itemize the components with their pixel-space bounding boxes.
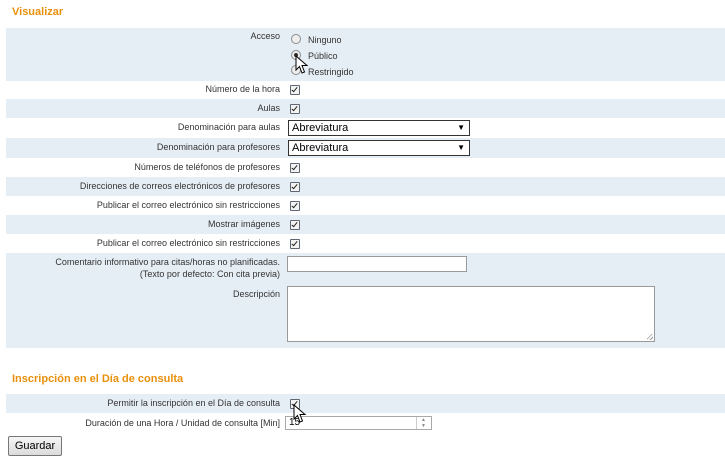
correos-label: Direcciones de correos electrónicos de p…	[79, 181, 280, 191]
denominacion-profesores-label: Denominación para profesores	[156, 142, 280, 152]
denominacion-profesores-row: Denominación para profesores Abreviatura…	[6, 138, 725, 158]
publicar-correo-label-1: Publicar el correo electrónico sin restr…	[96, 200, 280, 210]
denominacion-profesores-value: Abreviatura	[292, 142, 349, 154]
dropdown-arrow-icon: ▼	[457, 143, 465, 152]
save-button[interactable]: Guardar	[8, 436, 62, 456]
radio-label-publico: Público	[308, 51, 338, 61]
mostrar-imagenes-checkbox[interactable]	[290, 220, 300, 230]
telefonos-label: Números de teléfonos de profesores	[134, 162, 280, 172]
mostrar-imagenes-label: Mostrar imágenes	[207, 219, 280, 229]
denominacion-profesores-select[interactable]: Abreviatura ▼	[288, 140, 470, 156]
comentario-input[interactable]	[287, 256, 467, 272]
acceso-row: Acceso Ninguno Público Restringido	[6, 28, 725, 81]
radio-ninguno[interactable]	[291, 34, 301, 44]
aulas-row: Aulas	[6, 99, 725, 118]
publicar-correo-checkbox-2[interactable]	[290, 239, 300, 249]
comentario-label-line2: (Texto por defecto: Con cita previa)	[139, 269, 280, 279]
duracion-label: Duración de una Hora / Unidad de consult…	[85, 418, 280, 428]
publicar-correo-label-2: Publicar el correo electrónico sin restr…	[96, 238, 280, 248]
dropdown-arrow-icon: ▼	[457, 123, 465, 132]
denominacion-aulas-label: Denominación para aulas	[177, 122, 280, 132]
numero-hora-row: Número de la hora	[6, 81, 725, 99]
acceso-label: Acceso	[250, 31, 280, 41]
publicar-correo-row-2: Publicar el correo electrónico sin restr…	[6, 234, 725, 253]
section-title-inscripcion: Inscripción en el Día de consulta	[12, 373, 184, 385]
numero-hora-checkbox[interactable]	[290, 85, 300, 95]
mouse-pointer-icon	[293, 404, 307, 423]
denominacion-aulas-value: Abreviatura	[292, 122, 349, 134]
denominacion-aulas-row: Denominación para aulas Abreviatura ▼	[6, 118, 725, 138]
permitir-label: Permitir la inscripción en el Día de con…	[107, 398, 280, 408]
aulas-checkbox[interactable]	[290, 104, 300, 114]
stepper-buttons[interactable]: ▲ ▼	[416, 417, 431, 429]
descripcion-label: Descripción	[232, 289, 280, 299]
descripcion-row: Descripción	[6, 284, 725, 348]
permitir-row: Permitir la inscripción en el Día de con…	[6, 394, 725, 413]
telefonos-checkbox[interactable]	[290, 163, 300, 173]
aulas-label: Aulas	[257, 103, 280, 113]
denominacion-aulas-select[interactable]: Abreviatura ▼	[288, 120, 470, 136]
radio-label-ninguno: Ninguno	[308, 35, 342, 45]
section-title-visualizar: Visualizar	[12, 6, 64, 18]
stepper-down-icon[interactable]: ▼	[421, 423, 426, 429]
publicar-correo-checkbox-1[interactable]	[290, 201, 300, 211]
correos-checkbox[interactable]	[290, 182, 300, 192]
resize-grip-icon[interactable]	[647, 334, 653, 340]
radio-label-restringido: Restringido	[308, 67, 354, 77]
comentario-label-line1: Comentario informativo para citas/horas …	[55, 257, 280, 267]
mostrar-imagenes-row: Mostrar imágenes	[6, 215, 725, 234]
publicar-correo-row-1: Publicar el correo electrónico sin restr…	[6, 196, 725, 215]
mouse-pointer-icon	[295, 55, 309, 74]
comentario-row: Comentario informativo para citas/horas …	[6, 253, 725, 284]
telefonos-row: Números de teléfonos de profesores	[6, 158, 725, 177]
duracion-stepper[interactable]: 15 ▲ ▼	[285, 416, 432, 430]
numero-hora-label: Número de la hora	[205, 84, 280, 94]
correos-row: Direcciones de correos electrónicos de p…	[6, 177, 725, 196]
descripcion-textarea[interactable]	[287, 286, 655, 342]
duracion-row: Duración de una Hora / Unidad de consult…	[6, 413, 725, 433]
